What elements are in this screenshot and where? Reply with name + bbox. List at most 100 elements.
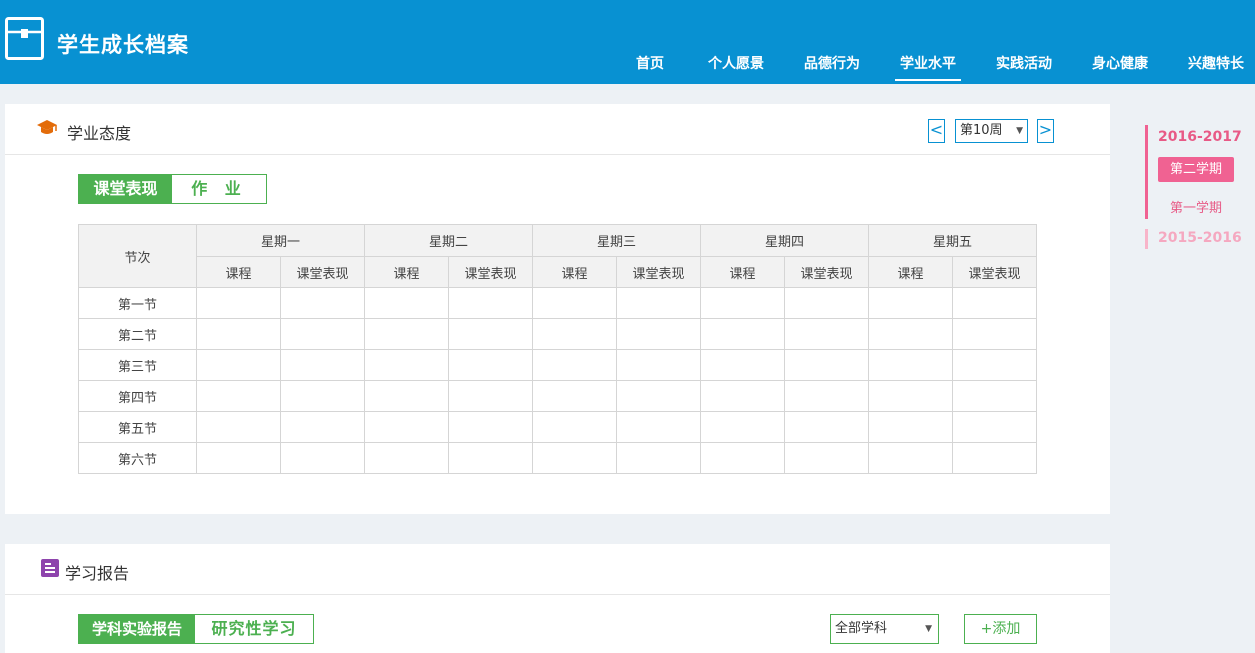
course-cell xyxy=(532,411,617,443)
performance-cell xyxy=(280,380,365,412)
dropdown-arrow-icon: ▼ xyxy=(925,624,932,634)
course-cell xyxy=(700,411,785,443)
subject-select[interactable]: 全部学科 ▼ xyxy=(830,614,939,644)
course-cell xyxy=(364,287,449,319)
performance-cell xyxy=(280,287,365,319)
course-subheader: 课程 xyxy=(364,256,449,288)
performance-cell xyxy=(784,380,869,412)
year-2015-2016[interactable]: 2015-2016 xyxy=(1158,230,1242,246)
performance-cell xyxy=(448,442,533,474)
performance-subheader: 课堂表现 xyxy=(616,256,701,288)
course-cell xyxy=(196,411,281,443)
performance-cell xyxy=(784,411,869,443)
course-cell xyxy=(532,318,617,350)
course-cell xyxy=(700,349,785,381)
nav-personal-vision[interactable]: 个人愿景 xyxy=(708,53,764,73)
attitude-title: 学业态度 xyxy=(67,124,132,143)
course-cell xyxy=(532,442,617,474)
table-row: 第一节 xyxy=(78,287,1037,319)
performance-cell xyxy=(784,442,869,474)
performance-cell xyxy=(616,287,701,319)
week-select[interactable]: 第10周 ▼ xyxy=(955,119,1028,143)
performance-cell xyxy=(616,442,701,474)
archive-folder-icon xyxy=(5,17,44,60)
nav-health[interactable]: 身心健康 xyxy=(1092,53,1148,73)
timeline-line xyxy=(1145,229,1148,249)
app-title: 学生成长档案 xyxy=(57,33,189,57)
lesson-header: 节次 xyxy=(78,224,197,288)
timeline-line xyxy=(1145,125,1148,219)
tab-research-study[interactable]: 研究性学习 xyxy=(195,615,313,643)
report-icon xyxy=(41,559,59,577)
tab-lab-report[interactable]: 学科实验报告 xyxy=(79,615,195,643)
course-cell xyxy=(364,411,449,443)
table-row: 第六节 xyxy=(78,442,1037,474)
schedule-table: 节次 星期一 星期二 星期三 星期四 星期五 课程 课堂表现 课程 课堂表现 课… xyxy=(78,224,1037,474)
term-timeline: 2016-2017 第二学期 第一学期 2015-2016 xyxy=(1145,125,1250,250)
add-button[interactable]: +添加 xyxy=(964,614,1037,644)
course-cell xyxy=(364,318,449,350)
performance-cell xyxy=(280,318,365,350)
day-header-tue: 星期二 xyxy=(364,224,533,257)
performance-cell xyxy=(616,318,701,350)
table-row: 第二节 xyxy=(78,318,1037,350)
nav-home[interactable]: 首页 xyxy=(636,53,664,73)
performance-cell xyxy=(952,380,1037,412)
course-cell xyxy=(532,380,617,412)
course-cell xyxy=(868,442,953,474)
nav-moral-behavior[interactable]: 品德行为 xyxy=(804,53,860,73)
course-cell xyxy=(700,287,785,319)
tab-homework[interactable]: 作 业 xyxy=(172,175,266,203)
course-cell xyxy=(868,318,953,350)
performance-cell xyxy=(448,380,533,412)
performance-cell xyxy=(448,349,533,381)
table-row: 第五节 xyxy=(78,411,1037,443)
course-cell xyxy=(196,380,281,412)
performance-cell xyxy=(784,349,869,381)
performance-subheader: 课堂表现 xyxy=(448,256,533,288)
nav-interests[interactable]: 兴趣特长 xyxy=(1188,53,1244,73)
day-header-mon: 星期一 xyxy=(196,224,365,257)
performance-cell xyxy=(784,318,869,350)
week-select-value: 第10周 xyxy=(960,123,1003,138)
year-2016-2017[interactable]: 2016-2017 xyxy=(1158,129,1242,145)
course-subheader: 课程 xyxy=(532,256,617,288)
graduation-cap-icon xyxy=(37,120,57,134)
table-row: 第三节 xyxy=(78,349,1037,381)
course-cell xyxy=(868,349,953,381)
attitude-card-header: 学业态度 < 第10周 ▼ > xyxy=(5,104,1110,155)
course-cell xyxy=(700,380,785,412)
week-next-button[interactable]: > xyxy=(1037,119,1054,143)
attitude-card: 学业态度 < 第10周 ▼ > 课堂表现 作 业 节次 星期一 星期二 星期三 … xyxy=(5,104,1110,514)
performance-subheader: 课堂表现 xyxy=(784,256,869,288)
report-tabs: 学科实验报告 研究性学习 xyxy=(78,614,314,644)
week-prev-button[interactable]: < xyxy=(928,119,945,143)
course-cell xyxy=(868,380,953,412)
attitude-tabs: 课堂表现 作 业 xyxy=(78,174,267,204)
dropdown-arrow-icon: ▼ xyxy=(1016,126,1023,136)
course-cell xyxy=(196,442,281,474)
lesson-label: 第一节 xyxy=(78,287,197,319)
course-cell xyxy=(532,287,617,319)
course-subheader: 课程 xyxy=(700,256,785,288)
performance-subheader: 课堂表现 xyxy=(280,256,365,288)
performance-cell xyxy=(616,411,701,443)
subject-select-value: 全部学科 xyxy=(835,621,888,636)
course-cell xyxy=(868,411,953,443)
nav-academic-level[interactable]: 学业水平 xyxy=(895,53,961,81)
term-first-semester[interactable]: 第一学期 xyxy=(1158,197,1234,216)
report-card: 学习报告 学科实验报告 研究性学习 全部学科 ▼ +添加 xyxy=(5,544,1110,653)
term-second-semester[interactable]: 第二学期 xyxy=(1158,157,1234,182)
day-header-fri: 星期五 xyxy=(868,224,1037,257)
lesson-label: 第三节 xyxy=(78,349,197,381)
performance-cell xyxy=(952,318,1037,350)
performance-cell xyxy=(952,411,1037,443)
performance-subheader: 课堂表现 xyxy=(952,256,1037,288)
nav-practice-activities[interactable]: 实践活动 xyxy=(996,53,1052,73)
performance-cell xyxy=(448,287,533,319)
performance-cell xyxy=(952,287,1037,319)
course-cell xyxy=(364,380,449,412)
performance-cell xyxy=(280,411,365,443)
course-cell xyxy=(700,442,785,474)
tab-classroom-performance[interactable]: 课堂表现 xyxy=(79,175,172,203)
